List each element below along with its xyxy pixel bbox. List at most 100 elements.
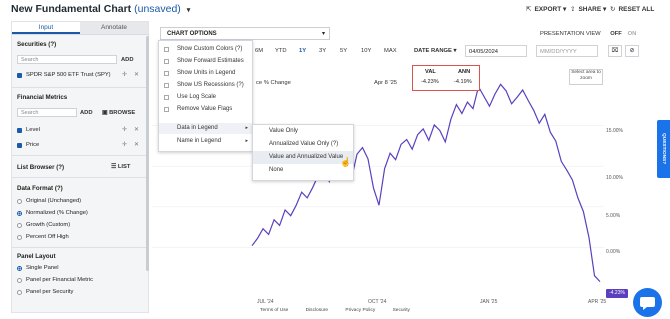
move-icon[interactable]: ✛ [122, 126, 127, 133]
range-max[interactable]: MAX [384, 48, 397, 54]
title-dropdown-icon[interactable]: ▾ [187, 7, 191, 14]
add-security-button[interactable]: ADD [121, 57, 134, 63]
reset-all-button[interactable]: ↻ RESET ALL [610, 5, 654, 13]
divider [12, 87, 148, 88]
menu-item-label: Data in Legend [177, 125, 218, 131]
radio-single-panel[interactable] [17, 266, 22, 271]
select-area-zoom-button[interactable]: Select area to zoom [569, 69, 603, 85]
submenu-item-value-only[interactable]: Value Only [253, 125, 353, 138]
menu-item-label: Show US Recessions (?) [177, 82, 244, 88]
range-ytd[interactable]: YTD [275, 48, 287, 54]
panel-layout-option: Single Panel [26, 265, 59, 271]
browse-label: BROWSE [109, 110, 136, 116]
metric-checkbox-price[interactable] [17, 143, 22, 148]
menu-item-remove-value-flags[interactable]: Remove Value Flags [159, 104, 252, 115]
metric-checkbox-level[interactable] [17, 128, 22, 133]
menu-item-label: Use Log Scale [177, 94, 217, 100]
checkbox-icon [164, 59, 169, 64]
radio-panel-per-security[interactable] [17, 290, 22, 295]
legend-date: Apr 8 '25 [374, 80, 398, 86]
date-range-dropdown[interactable]: DATE RANGE ▾ [414, 48, 456, 54]
range-1y[interactable]: 1Y [299, 48, 306, 54]
menu-item-name-in-legend[interactable]: Name in Legend ▸ [159, 136, 252, 147]
submenu-item-label: None [269, 167, 284, 173]
reset-icon: ↻ [610, 6, 616, 13]
presentation-view-label: PRESENTATION VIEW [540, 31, 601, 37]
menu-item-show-units[interactable]: Show Units in Legend [159, 68, 252, 79]
left-panel-scrollbar[interactable] [146, 36, 149, 271]
checkbox-icon [164, 95, 169, 100]
radio-original[interactable] [17, 199, 22, 204]
submenu-item-value-and-annualized[interactable]: Value and Annualized Value [253, 151, 353, 164]
list-button[interactable]: ☰ LIST [111, 164, 130, 170]
menu-item-show-recessions[interactable]: Show US Recessions (?) [159, 80, 252, 91]
move-icon[interactable]: ✛ [122, 141, 127, 148]
radio-panel-per-metric[interactable] [17, 278, 22, 283]
questions-tab[interactable]: QUESTIONS? [657, 120, 670, 178]
menu-item-show-forward-estimates[interactable]: Show Forward Estimates [159, 56, 252, 67]
metric-search-input[interactable]: Search [17, 108, 77, 117]
submenu-item-annualized-only[interactable]: Annualized Value Only (?) [253, 138, 353, 151]
legend-series-label: ce % Change [256, 80, 291, 86]
security-search-input[interactable]: Search [17, 55, 117, 64]
value-flag: -4.23% [606, 289, 628, 298]
export-button[interactable]: ⇱ EXPORT ▾ [526, 5, 566, 13]
list-icon: ☰ [111, 164, 118, 170]
camera-icon[interactable]: ⌧ [608, 45, 622, 57]
ann-header: ANN [458, 69, 471, 75]
hide-icon[interactable]: ⊘ [625, 45, 639, 57]
radio-percent-off-high[interactable] [17, 235, 22, 240]
menu-item-label: Name in Legend [177, 138, 222, 144]
range-3y[interactable]: 3Y [319, 48, 326, 54]
data-format-option: Growth (Custom) [26, 222, 71, 228]
panel-tabs: Input Annotate [12, 22, 148, 35]
page-title: New Fundamental Chart (unsaved) ▾ [11, 3, 190, 15]
tab-annotate[interactable]: Annotate [80, 22, 148, 34]
chart-title[interactable]: New Fundamental Chart [11, 3, 131, 15]
footer-link-disclosure[interactable]: Disclosure [306, 308, 328, 313]
range-6m[interactable]: 6M [255, 48, 263, 54]
panel-layout-option: Panel per Security [26, 289, 74, 295]
radio-normalized[interactable] [17, 211, 22, 216]
remove-icon[interactable]: ✕ [134, 71, 139, 78]
remove-icon[interactable]: ✕ [134, 126, 139, 133]
toggle-off[interactable]: OFF [609, 29, 623, 40]
radio-growth[interactable] [17, 223, 22, 228]
x-tick: OCT '24 [368, 299, 387, 305]
panel-layout-heading: Panel Layout [17, 253, 56, 260]
remove-icon[interactable]: ✕ [134, 141, 139, 148]
chevron-down-icon: ▾ [321, 31, 325, 37]
move-icon[interactable]: ✛ [122, 71, 127, 78]
menu-item-label: Show Forward Estimates [177, 58, 244, 64]
menu-item-show-custom-colors[interactable]: Show Custom Colors (?) [159, 44, 252, 55]
share-label: SHARE [578, 6, 602, 13]
share-button[interactable]: ⇪ SHARE ▾ [570, 5, 606, 13]
hand-cursor-icon: ☝ [340, 157, 352, 167]
end-date-field[interactable]: MM/DD/YYYY [536, 45, 598, 57]
data-in-legend-submenu: Value Only Annualized Value Only (?) Val… [252, 124, 354, 181]
submenu-item-none[interactable]: None [253, 164, 353, 177]
range-5y[interactable]: 5Y [340, 48, 347, 54]
unsaved-indicator: (unsaved) [134, 3, 181, 15]
start-date-field[interactable]: 04/05/2024 [465, 45, 527, 57]
footer-link-security[interactable]: Security [393, 308, 410, 313]
footer-link-privacy[interactable]: Privacy Policy [345, 308, 375, 313]
ann-value: -4.19% [454, 79, 472, 85]
price-series-line [251, 83, 601, 283]
chart-options-button[interactable]: CHART OPTIONS ▾ [160, 27, 330, 40]
footer: Terms of Use Disclosure Privacy Policy S… [0, 308, 670, 319]
chevron-right-icon: ▸ [245, 125, 248, 131]
menu-item-data-in-legend[interactable]: Data in Legend ▸ [159, 123, 252, 134]
browse-button[interactable]: ▣ BROWSE [102, 110, 135, 116]
toggle-on[interactable]: ON [625, 29, 639, 40]
security-checkbox[interactable] [17, 73, 22, 78]
range-10y[interactable]: 10Y [361, 48, 371, 54]
menu-item-log-scale[interactable]: Use Log Scale [159, 92, 252, 103]
footer-link-terms[interactable]: Terms of Use [260, 308, 288, 313]
checkbox-icon [164, 83, 169, 88]
x-tick: APR '25 [588, 299, 607, 305]
tab-input[interactable]: Input [12, 22, 80, 34]
panel-layout-option: Panel per Financial Metric [26, 277, 94, 283]
val-value: -4.23% [421, 79, 439, 85]
add-metric-button[interactable]: ADD [80, 110, 93, 116]
